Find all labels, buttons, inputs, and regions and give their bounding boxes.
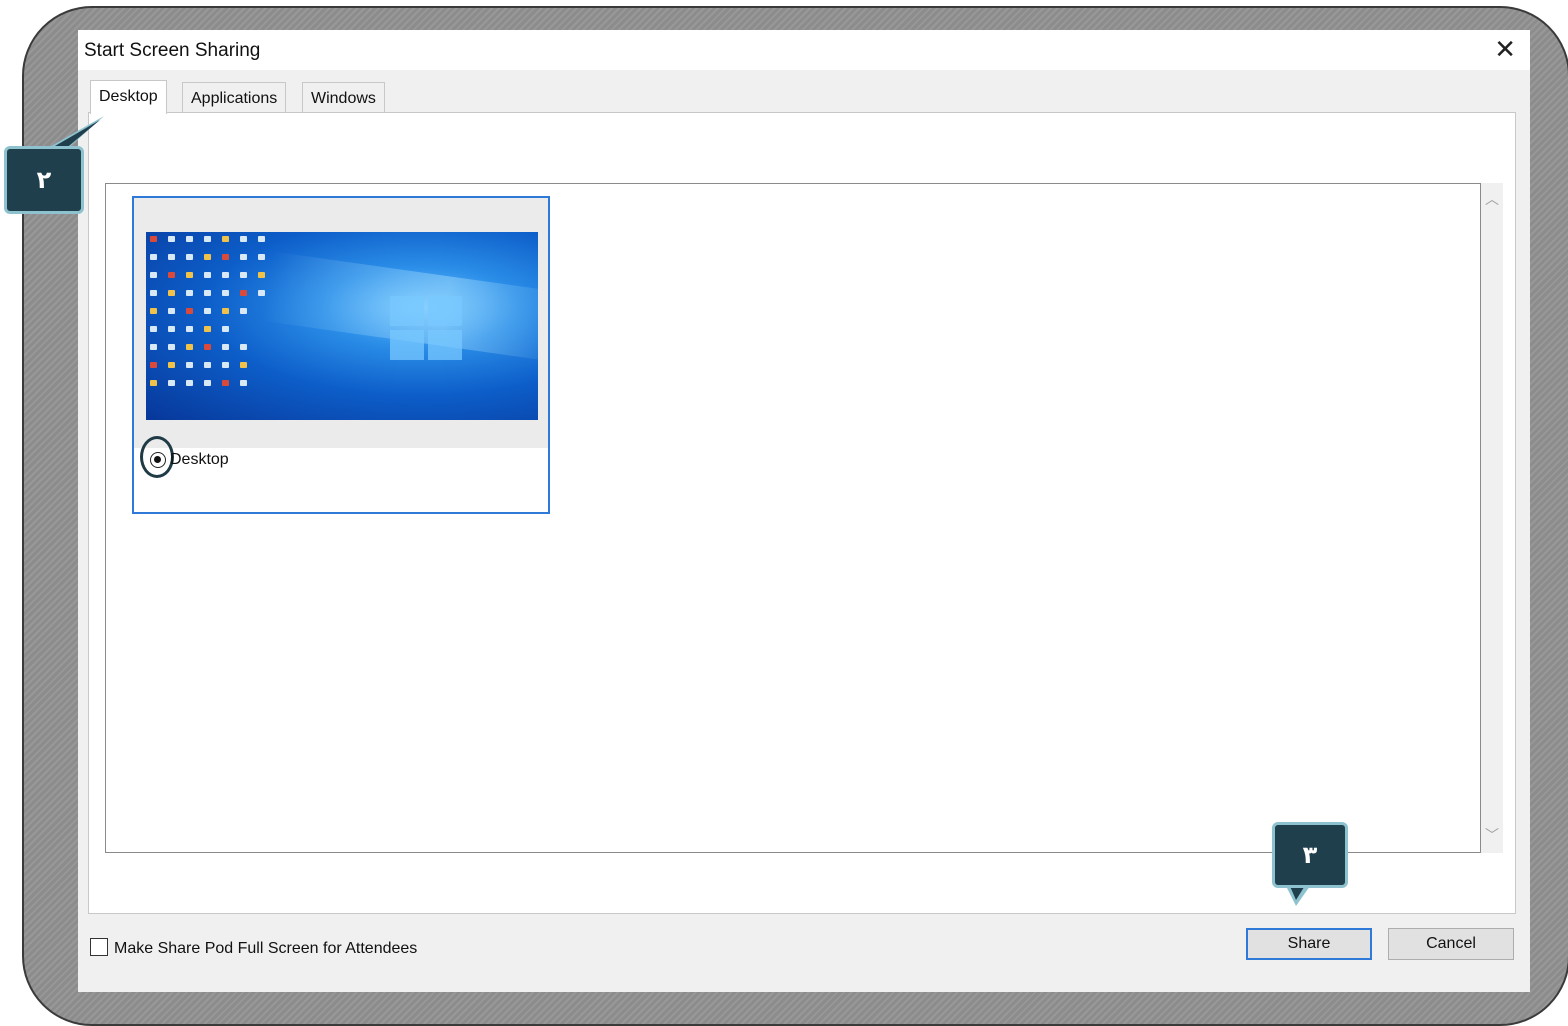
desktop-shortcut-icon: [150, 344, 157, 350]
desktop-thumbnail: [146, 232, 538, 420]
desktop-shortcut-icon: [204, 236, 211, 242]
desktop-shortcut-icon: [168, 308, 175, 314]
desktop-shortcut-icon: [258, 254, 265, 260]
desktop-shortcut-icon: [240, 380, 247, 386]
desktop-shortcut-icon: [222, 236, 229, 242]
desktop-shortcut-icon: [204, 344, 211, 350]
tab-windows[interactable]: Windows: [302, 82, 385, 112]
desktop-shortcut-icon: [222, 272, 229, 278]
desktop-shortcut-icon: [222, 308, 229, 314]
desktop-shortcut-icon: [240, 344, 247, 350]
desktop-shortcut-icon: [168, 344, 175, 350]
desktop-shortcut-icon: [204, 362, 211, 368]
desktop-shortcut-icon: [204, 326, 211, 332]
desktop-shortcut-icon: [204, 380, 211, 386]
desktop-shortcut-icon: [150, 236, 157, 242]
callout-step-3: ٣: [1272, 822, 1348, 888]
share-source-list[interactable]: Desktop: [105, 183, 1481, 853]
desktop-shortcut-icon: [222, 254, 229, 260]
desktop-shortcut-icon: [204, 290, 211, 296]
desktop-shortcut-icon: [168, 254, 175, 260]
desktop-shortcut-icon: [168, 290, 175, 296]
desktop-shortcut-icon: [258, 272, 265, 278]
callout-step-2: ٢: [4, 146, 84, 214]
cancel-button[interactable]: Cancel: [1388, 928, 1514, 960]
desktop-shortcut-icon: [204, 308, 211, 314]
desktop-shortcut-icon: [150, 308, 157, 314]
desktop-shortcut-icon: [240, 236, 247, 242]
tab-applications-label: Applications: [191, 90, 278, 107]
desktop-shortcut-icon: [222, 380, 229, 386]
desktop-shortcut-icon: [168, 272, 175, 278]
scroll-down-icon[interactable]: ﹀: [1485, 825, 1499, 845]
desktop-shortcut-icon: [168, 380, 175, 386]
tab-desktop[interactable]: Desktop: [90, 80, 167, 114]
desktop-shortcut-icon: [240, 272, 247, 278]
desktop-shortcut-icon: [186, 362, 193, 368]
scroll-up-icon[interactable]: ︿: [1485, 189, 1499, 209]
desktop-shortcut-icon: [240, 362, 247, 368]
vertical-scrollbar[interactable]: ︿ ﹀: [1481, 183, 1503, 853]
tab-windows-label: Windows: [311, 90, 376, 107]
dialog-title: Start Screen Sharing: [84, 40, 261, 61]
desktop-shortcut-icon: [204, 254, 211, 260]
desktop-shortcut-icon: [204, 272, 211, 278]
desktop-shortcut-icon: [168, 236, 175, 242]
thumbnail-background: [134, 198, 548, 448]
desktop-shortcut-icon: [222, 326, 229, 332]
tab-panel: Desktop ︿ ﹀: [88, 112, 1516, 914]
desktop-card[interactable]: Desktop: [132, 196, 550, 514]
desktop-shortcut-icon: [186, 344, 193, 350]
desktop-shortcut-icon: [222, 344, 229, 350]
desktop-shortcut-icon: [150, 326, 157, 332]
desktop-radio-label: Desktop: [170, 451, 229, 468]
close-icon[interactable]: ✕: [1494, 36, 1516, 62]
desktop-shortcut-icon: [258, 290, 265, 296]
desktop-shortcut-icon: [186, 254, 193, 260]
desktop-shortcut-icon: [240, 254, 247, 260]
desktop-shortcut-icon: [240, 308, 247, 314]
desktop-shortcut-icon: [168, 326, 175, 332]
desktop-shortcut-icon: [258, 236, 265, 242]
desktop-shortcut-icon: [222, 290, 229, 296]
fullscreen-checkbox-label: Make Share Pod Full Screen for Attendees: [114, 940, 418, 957]
windows-logo-icon: [390, 296, 464, 362]
desktop-shortcut-icon: [150, 272, 157, 278]
desktop-shortcut-icon: [168, 362, 175, 368]
desktop-shortcut-icon: [186, 236, 193, 242]
desktop-shortcut-icon: [240, 290, 247, 296]
desktop-shortcut-icon: [186, 380, 193, 386]
desktop-shortcut-icon: [186, 326, 193, 332]
desktop-shortcut-icon: [222, 362, 229, 368]
desktop-shortcut-icon: [150, 362, 157, 368]
fullscreen-checkbox[interactable]: [90, 938, 108, 956]
share-button[interactable]: Share: [1246, 928, 1372, 960]
desktop-shortcut-icon: [150, 254, 157, 260]
tab-desktop-label: Desktop: [99, 88, 158, 105]
highlight-circle: [140, 436, 174, 478]
title-bar: Start Screen Sharing ✕: [78, 30, 1530, 70]
desktop-shortcut-icon: [150, 380, 157, 386]
tab-applications[interactable]: Applications: [182, 82, 287, 112]
desktop-shortcut-icon: [186, 308, 193, 314]
desktop-shortcut-icon: [150, 290, 157, 296]
desktop-shortcut-icon: [186, 290, 193, 296]
desktop-shortcut-icon: [186, 272, 193, 278]
